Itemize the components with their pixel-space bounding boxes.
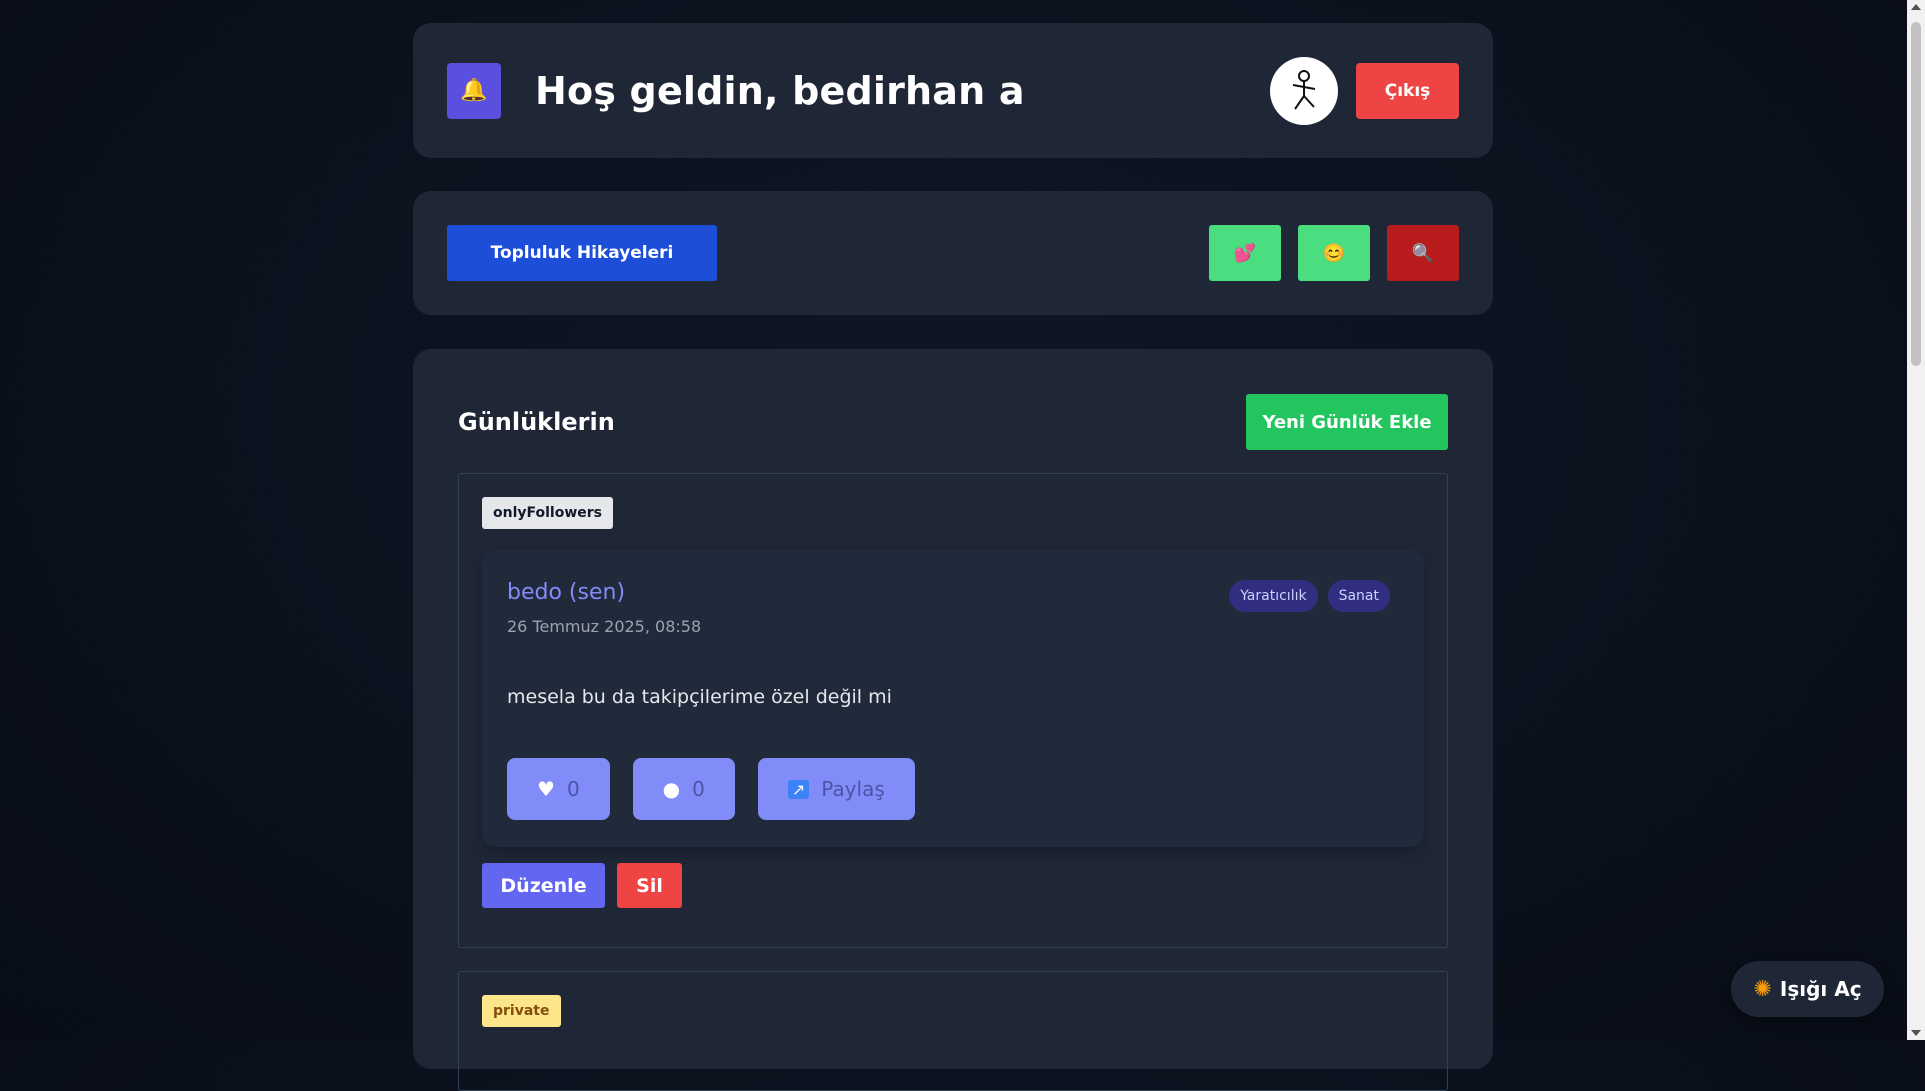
- visibility-badge: private: [482, 995, 561, 1027]
- scroll-down-icon[interactable]: [1911, 1030, 1921, 1036]
- share-label: Paylaş: [821, 777, 885, 801]
- share-arrow-icon: ↗: [787, 779, 810, 799]
- tag-badge[interactable]: Yaratıcılık: [1229, 580, 1318, 612]
- post-date: 26 Temmuz 2025, 08:58: [507, 617, 702, 636]
- visibility-badge: onlyFollowers: [482, 497, 614, 529]
- comment-count: 0: [692, 777, 705, 801]
- scroll-thumb[interactable]: [1911, 22, 1921, 366]
- avatar[interactable]: [1270, 56, 1338, 125]
- header-actions: Çıkış: [1270, 56, 1459, 125]
- heart-icon: ♥: [537, 777, 555, 801]
- like-button[interactable]: ♥ 0: [507, 758, 610, 820]
- mood-button[interactable]: 😊: [1298, 225, 1370, 281]
- delete-button[interactable]: Sil: [617, 863, 682, 908]
- diaries-header: Günlüklerin Yeni Günlük Ekle: [458, 394, 1448, 450]
- comment-button[interactable]: ● 0: [632, 758, 735, 820]
- search-button[interactable]: 🔍: [1387, 225, 1459, 281]
- header-card: 🔔 Hoş geldin, bedirhan a Çıkış: [413, 23, 1493, 158]
- share-button[interactable]: ↗ Paylaş: [757, 758, 915, 820]
- sun-icon: ✺: [1753, 976, 1772, 1002]
- post-content: mesela bu da takipçilerime özel değil mi: [507, 686, 892, 708]
- speech-bubble-icon: ●: [662, 777, 681, 801]
- scroll-up-icon[interactable]: [1911, 4, 1921, 10]
- post-card: bedo (sen) 26 Temmuz 2025, 08:58 Yaratıc…: [482, 550, 1424, 847]
- nav-card: Topluluk Hikayeleri 💕 😊 🔍: [413, 191, 1493, 315]
- tag-badge[interactable]: Sanat: [1327, 580, 1390, 612]
- notifications-button[interactable]: 🔔: [447, 62, 501, 119]
- new-entry-button[interactable]: Yeni Günlük Ekle: [1246, 394, 1448, 450]
- theme-toggle-label: Işığı Aç: [1779, 977, 1862, 1001]
- welcome-title: Hoş geldin, bedirhan a: [535, 68, 1025, 113]
- nav-icon-group: 💕 😊 🔍: [1209, 225, 1459, 281]
- bell-icon: 🔔: [460, 78, 488, 103]
- scrollbar[interactable]: [1907, 0, 1925, 1040]
- post-tags: Yaratıcılık Sanat: [1229, 580, 1390, 612]
- diaries-title: Günlüklerin: [458, 408, 615, 436]
- logout-button[interactable]: Çıkış: [1356, 62, 1459, 119]
- page-container: 🔔 Hoş geldin, bedirhan a Çıkış Topluluk …: [413, 23, 1493, 1091]
- diary-entry: onlyFollowers bedo (sen) 26 Temmuz 2025,…: [458, 473, 1448, 948]
- like-count: 0: [566, 777, 580, 801]
- hearts-icon: 💕: [1233, 242, 1257, 263]
- diary-entry: private: [458, 971, 1448, 1091]
- smiley-icon: 😊: [1322, 242, 1346, 263]
- community-stories-button[interactable]: Topluluk Hikayeleri: [447, 225, 717, 281]
- theme-toggle-button[interactable]: ✺ Işığı Aç: [1731, 961, 1884, 1017]
- edit-button[interactable]: Düzenle: [482, 863, 605, 908]
- post-actions: ♥ 0 ● 0 ↗ Paylaş: [507, 758, 1390, 820]
- favorites-button[interactable]: 💕: [1209, 225, 1281, 281]
- search-icon: 🔍: [1411, 242, 1435, 263]
- stick-figure-icon: [1292, 69, 1316, 110]
- entry-controls: Düzenle Sil: [482, 863, 1424, 908]
- diaries-card: Günlüklerin Yeni Günlük Ekle onlyFollowe…: [413, 349, 1493, 1091]
